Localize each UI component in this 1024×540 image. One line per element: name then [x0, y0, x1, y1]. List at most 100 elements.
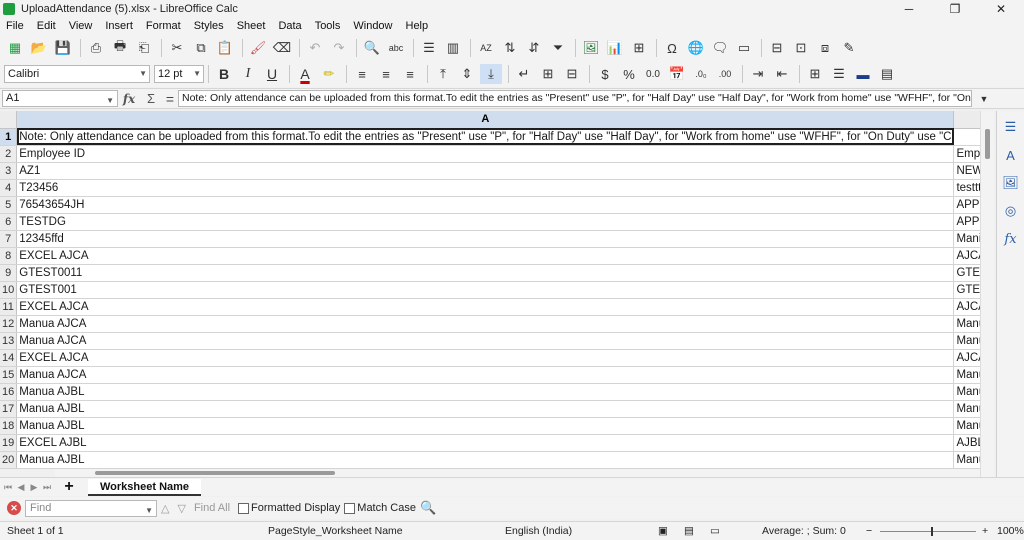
special-character-icon[interactable]: Ω	[661, 38, 683, 58]
wrap-text-icon[interactable]: ↵	[513, 64, 535, 84]
formatted-display-checkbox[interactable]: Formatted Display	[238, 502, 340, 514]
horizontal-scrollbar[interactable]	[55, 469, 980, 477]
grid-cell[interactable]: Manu AJBLO	[953, 383, 980, 401]
row-header[interactable]: 7	[0, 230, 18, 248]
new-document-icon[interactable]: ▦	[4, 38, 26, 58]
font-color-icon[interactable]: A	[294, 64, 316, 84]
align-right-icon[interactable]: ≡	[399, 64, 421, 84]
find-previous-icon[interactable]: △	[161, 502, 169, 515]
grid-cell[interactable]: Manua AJCA	[16, 366, 955, 384]
underline-button[interactable]: U	[261, 64, 283, 84]
row-header[interactable]: 15	[0, 366, 18, 384]
grid-cell[interactable]: T23456	[16, 179, 955, 197]
menu-tools[interactable]: Tools	[309, 18, 348, 35]
find-all-button[interactable]: Find All	[194, 502, 230, 514]
column-header-b[interactable]: B	[953, 111, 980, 129]
last-sheet-icon[interactable]: ⏭	[42, 482, 52, 493]
row-header[interactable]: 13	[0, 332, 18, 350]
close-find-toolbar-icon[interactable]: ✕	[7, 501, 21, 515]
row-header[interactable]: 14	[0, 349, 18, 367]
grid-cell[interactable]: 76543654JH	[16, 196, 955, 214]
align-top-icon[interactable]: ⤒	[432, 64, 454, 84]
add-sheet-icon[interactable]: +	[58, 478, 80, 496]
menu-window[interactable]: Window	[347, 18, 399, 35]
zoom-in-icon[interactable]: +	[982, 525, 988, 537]
conditional-format-icon[interactable]: ▤	[876, 64, 898, 84]
row-icon[interactable]: ☰	[418, 38, 440, 58]
menu-format[interactable]: Format	[140, 18, 188, 35]
clone-formatting-icon[interactable]: 🖌	[247, 38, 269, 58]
save-icon[interactable]: 💾	[52, 38, 74, 58]
grid-cell[interactable]: Manua AJBL	[16, 383, 955, 401]
next-sheet-icon[interactable]: ▶	[29, 482, 39, 493]
formula-icon[interactable]: =	[162, 91, 178, 107]
grid-cell[interactable]: GTEST	[953, 264, 980, 282]
menu-edit[interactable]: Edit	[31, 18, 63, 35]
row-header[interactable]: 10	[0, 281, 18, 299]
row-header[interactable]: 19	[0, 434, 18, 452]
grid-cell[interactable]: GTEST001	[16, 281, 955, 299]
print-icon[interactable]: 🖶	[109, 38, 131, 58]
grid-cell[interactable]: TESTDG	[16, 213, 955, 231]
horizontal-scroll-thumb[interactable]	[95, 471, 335, 475]
italic-button[interactable]: I	[237, 64, 259, 84]
export-pdf-icon[interactable]: ⎙	[85, 38, 107, 58]
grid-cell[interactable]: Manua AJCA	[16, 332, 955, 350]
menu-view[interactable]: View	[63, 18, 100, 35]
row-header[interactable]: 1	[0, 128, 18, 146]
sort-descending-icon[interactable]: ⇵	[523, 38, 545, 58]
menu-styles[interactable]: Styles	[188, 18, 231, 35]
print-preview-icon[interactable]: ⎗	[133, 38, 155, 58]
insert-image-icon[interactable]: 🖼	[580, 38, 602, 58]
grid-cell[interactable]: Manish Kum	[953, 230, 980, 248]
grid-cell[interactable]: APPOINTMB	[953, 213, 980, 231]
row-header[interactable]: 4	[0, 179, 18, 197]
close-button[interactable]: ✕	[978, 0, 1024, 18]
row-header[interactable]: 8	[0, 247, 18, 265]
grid-cell[interactable]: Manu AJCA	[953, 366, 980, 384]
center-vertically-icon[interactable]: ⇕	[456, 64, 478, 84]
grid-cell[interactable]: Manua AJBL	[16, 451, 955, 469]
grid-cell[interactable]: AJBLACGCG	[953, 434, 980, 452]
grid-cell[interactable]: EXCEL AJCA	[16, 298, 955, 316]
pivot-table-icon[interactable]: ⊞	[628, 38, 650, 58]
zoom-level[interactable]: 100%	[997, 525, 1024, 537]
clear-formatting-icon[interactable]: ⌫	[271, 38, 293, 58]
spelling-icon[interactable]: abc	[385, 38, 407, 58]
minimize-button[interactable]: ─	[886, 0, 932, 18]
name-box[interactable]: A1 ▼	[2, 90, 118, 107]
grid-cell[interactable]: Manua AJBL	[16, 400, 955, 418]
grid-cell[interactable]: testtt	[953, 179, 980, 197]
split-window-icon[interactable]: ⧈	[814, 38, 836, 58]
find-replace-icon[interactable]: 🔍	[361, 38, 383, 58]
row-header[interactable]: 20	[0, 451, 18, 469]
grid-cell[interactable]: Employee ID	[16, 145, 955, 163]
grid-cell[interactable]: Employee N	[953, 145, 980, 163]
menu-data[interactable]: Data	[272, 18, 308, 35]
cell-a1-note[interactable]: Note: Only attendance can be uploaded fr…	[16, 128, 955, 146]
zoom-slider-knob[interactable]	[931, 527, 933, 536]
grid-cell[interactable]: NEW TEST	[953, 162, 980, 180]
grid-cell[interactable]: EXCEL AJBL	[16, 434, 955, 452]
expand-formula-icon[interactable]: ▼	[974, 90, 994, 107]
formula-input[interactable]: Note: Only attendance can be uploaded fr…	[178, 90, 972, 107]
open-folder-icon[interactable]: 📂	[28, 38, 50, 58]
grid-cell[interactable]: AZ1	[16, 162, 955, 180]
number-format-button[interactable]: 0.0	[642, 64, 664, 84]
font-name-combobox[interactable]: Calibri ▼	[4, 65, 150, 83]
paste-icon[interactable]: 📋	[214, 38, 236, 58]
copy-icon[interactable]: ⧉	[190, 38, 212, 58]
sort-ascending-icon[interactable]: ⇅	[499, 38, 521, 58]
grid-cell[interactable]: 12345ffd	[16, 230, 955, 248]
function-wizard-icon[interactable]: fx	[118, 92, 140, 106]
redo-icon[interactable]: ↷	[328, 38, 350, 58]
grid-cell[interactable]: Manua AJCA	[16, 315, 955, 333]
grid-cell[interactable]: AJCAALBCB	[953, 298, 980, 316]
define-print-area-icon[interactable]: ⊟	[766, 38, 788, 58]
find-input[interactable]: Find ▼	[25, 499, 157, 517]
styles-icon[interactable]: A	[1001, 145, 1021, 165]
row-header[interactable]: 5	[0, 196, 18, 214]
show-draw-functions-icon[interactable]: ✎	[838, 38, 860, 58]
decrease-indent-icon[interactable]: ⇤	[771, 64, 793, 84]
row-header[interactable]: 12	[0, 315, 18, 333]
